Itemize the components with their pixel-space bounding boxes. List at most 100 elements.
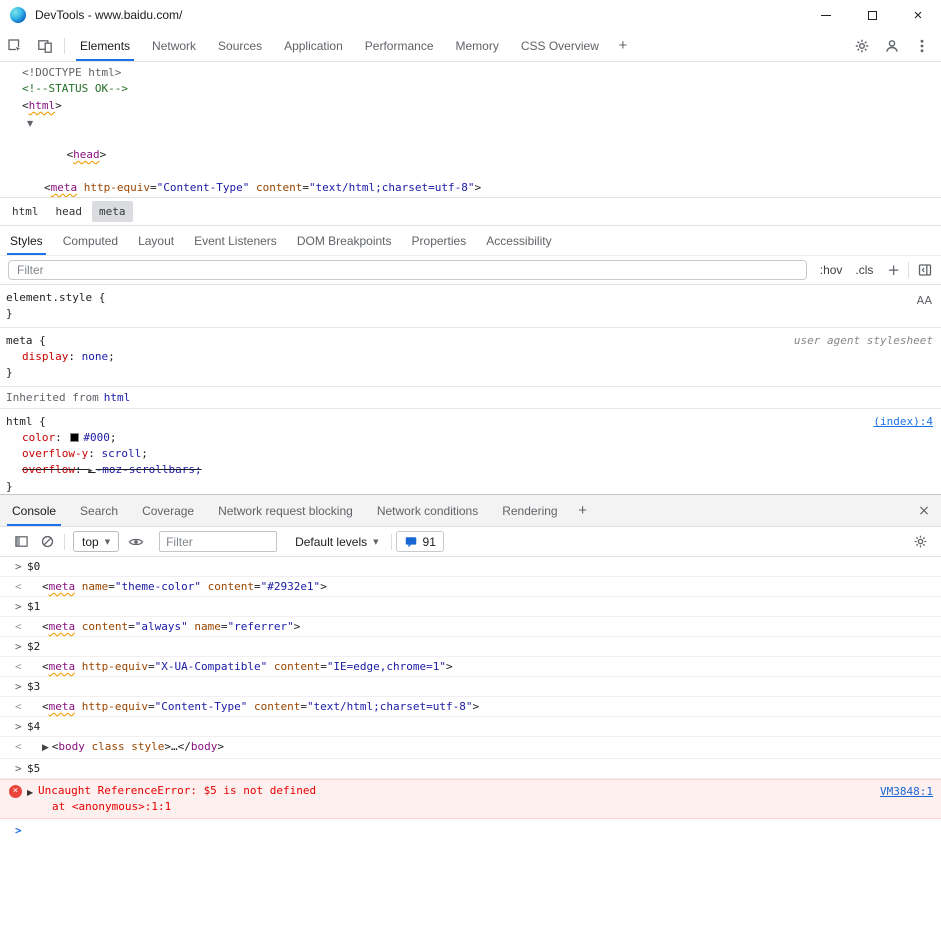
result-node-body[interactable]: ▶ <body class style>…</body> [42, 740, 224, 753]
add-panel-button[interactable]: + [610, 30, 636, 61]
tab-console[interactable]: Console [0, 495, 68, 526]
stylesheet-source-link[interactable]: (index):4 [873, 415, 933, 428]
log-levels-dropdown[interactable]: Default levels ▼ [295, 535, 378, 549]
tab-search[interactable]: Search [68, 495, 130, 526]
clear-console-button[interactable] [34, 530, 60, 554]
javascript-context-selector[interactable]: top ▼ [73, 531, 119, 552]
device-toolbar-button[interactable] [30, 30, 60, 61]
new-style-rule-button[interactable]: + [887, 261, 900, 279]
tab-network-conditions[interactable]: Network conditions [365, 495, 490, 526]
error-text: Uncaught ReferenceError: $5 is not defin… [38, 783, 861, 799]
inspect-element-button[interactable] [0, 30, 30, 61]
prompt-chevron-icon: > [15, 821, 27, 840]
tab-properties[interactable]: Properties [402, 226, 477, 255]
tab-css-overview[interactable]: CSS Overview [510, 30, 610, 61]
tab-accessibility[interactable]: Accessibility [476, 226, 561, 255]
command-text: $1 [27, 600, 40, 613]
dom-node-html[interactable]: <html> [0, 98, 941, 114]
result-node[interactable]: <meta http-equiv="X-UA-Compatible" conte… [42, 660, 453, 673]
css-property-overflow-overridden[interactable]: overflow: ▸ -moz-scrollbars; [4, 462, 935, 479]
result-node[interactable]: <meta name="theme-color" content="#2932e… [42, 580, 327, 593]
breadcrumb-item-meta[interactable]: meta [92, 201, 133, 222]
tab-styles[interactable]: Styles [0, 226, 53, 255]
collapse-node-icon[interactable]: ▼ [27, 116, 33, 132]
kebab-menu-icon [914, 38, 930, 54]
issues-counter-button[interactable]: 91 [396, 531, 444, 552]
result-node[interactable]: <meta http-equiv="Content-Type" content=… [42, 700, 479, 713]
console-command: >$1 [0, 597, 941, 617]
minimize-button[interactable] [803, 0, 849, 30]
eye-icon [128, 534, 144, 550]
main-toolbar: Elements Network Sources Application Per… [0, 30, 941, 62]
console-command: >$0 [0, 557, 941, 577]
css-selector-line[interactable]: element.style { [4, 290, 935, 306]
close-button[interactable]: × [895, 0, 941, 30]
console-command: >$3 [0, 677, 941, 697]
tab-computed[interactable]: Computed [53, 226, 128, 255]
styles-filter-input[interactable] [8, 260, 807, 280]
tab-network[interactable]: Network [141, 30, 207, 61]
console-filter-input[interactable] [159, 531, 277, 552]
style-rule-html: html { color: #000; overflow-y: scroll; … [0, 409, 941, 494]
console-settings-button[interactable] [907, 530, 933, 554]
dock-sidebar-icon [917, 262, 933, 278]
create-live-expression-button[interactable] [123, 530, 149, 554]
expand-error-icon[interactable]: ▶ [27, 785, 33, 801]
console-toolbar-divider [391, 534, 392, 550]
css-close-brace[interactable]: } [4, 479, 935, 494]
stylesheet-origin-label: user agent stylesheet [794, 333, 933, 349]
console-error-message: × ▶ Uncaught ReferenceError: $5 is not d… [0, 779, 941, 819]
css-property-overflow-y[interactable]: overflow-y: scroll; [4, 446, 935, 462]
toolbar-right-actions [847, 30, 941, 61]
tab-application[interactable]: Application [273, 30, 354, 61]
more-options-button[interactable] [907, 30, 937, 61]
maximize-button[interactable] [849, 0, 895, 30]
console-sidebar-toggle-button[interactable] [8, 530, 34, 554]
tab-sources[interactable]: Sources [207, 30, 273, 61]
toggle-element-state-button[interactable]: :hov [820, 263, 843, 277]
dom-node-meta-xua[interactable]: <meta http-equiv="X-UA-Compatible" conte… [0, 196, 941, 197]
computed-sidebar-toggle-button[interactable] [917, 262, 933, 278]
tab-dom-breakpoints[interactable]: DOM Breakpoints [287, 226, 402, 255]
error-x-glyph: × [13, 787, 18, 796]
css-selector-line[interactable]: html { [4, 414, 935, 430]
feedback-button[interactable] [877, 30, 907, 61]
tab-layout[interactable]: Layout [128, 226, 184, 255]
inherited-node-link[interactable]: html [104, 390, 131, 406]
tab-coverage[interactable]: Coverage [130, 495, 206, 526]
tab-network-request-blocking[interactable]: Network request blocking [206, 495, 365, 526]
css-property-color[interactable]: color: #000; [4, 430, 935, 446]
input-chevron-icon: > [15, 677, 27, 696]
dom-node-doctype[interactable]: <!DOCTYPE html> [0, 65, 941, 81]
css-property-display[interactable]: display: none; [4, 349, 935, 365]
tab-performance[interactable]: Performance [354, 30, 445, 61]
close-drawer-button[interactable]: × [907, 495, 941, 526]
style-rule-element-style: element.style { } AA [0, 285, 941, 328]
tab-elements[interactable]: Elements [69, 30, 141, 61]
console-command: >$5 [0, 759, 941, 779]
dom-node-comment[interactable]: <!--STATUS OK--> [0, 81, 941, 97]
css-close-brace[interactable]: } [4, 365, 935, 381]
tab-rendering[interactable]: Rendering [490, 495, 569, 526]
console-result: <<meta http-equiv="X-UA-Compatible" cont… [0, 657, 941, 677]
font-editor-toggle-icon[interactable]: AA [917, 293, 932, 309]
tab-memory[interactable]: Memory [445, 30, 510, 61]
add-drawer-tab-button[interactable]: + [570, 495, 596, 526]
breadcrumb-item-head[interactable]: head [49, 201, 90, 222]
device-toolbar-icon [37, 38, 53, 54]
breadcrumb-item-html[interactable]: html [5, 201, 46, 222]
element-classes-button[interactable]: .cls [855, 263, 873, 277]
console-result: <<meta name="theme-color" content="#2932… [0, 577, 941, 597]
result-node[interactable]: <meta content="always" name="referrer"> [42, 620, 300, 633]
console-toolbar-divider [64, 534, 65, 550]
error-source-link[interactable]: VM3848:1 [880, 784, 933, 800]
console-prompt[interactable]: > [0, 819, 941, 840]
chevron-down-icon: ▼ [373, 538, 378, 546]
tab-event-listeners[interactable]: Event Listeners [184, 226, 287, 255]
settings-button[interactable] [847, 30, 877, 61]
person-icon [884, 38, 900, 54]
dom-node-head[interactable]: ▼ <head> [0, 114, 941, 180]
css-close-brace[interactable]: } [4, 306, 935, 322]
minimize-icon [821, 15, 831, 16]
dom-node-meta-content-type[interactable]: <meta http-equiv="Content-Type" content=… [0, 180, 941, 196]
